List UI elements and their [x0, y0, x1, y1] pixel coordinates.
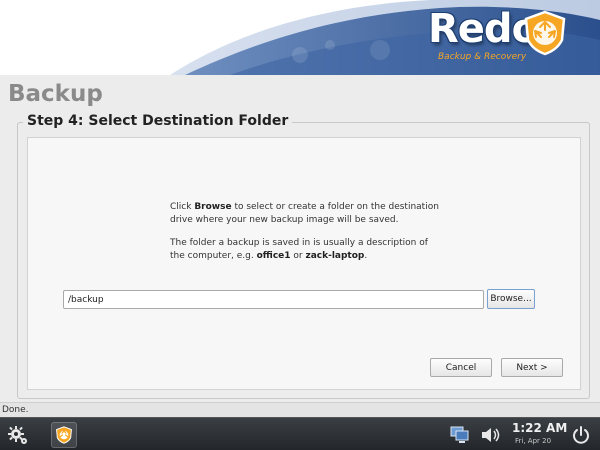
cancel-button[interactable]: Cancel	[430, 358, 492, 377]
instruction-paragraph-browse: Click Browse to select or create a folde…	[170, 202, 439, 225]
instructions-text: Click Browse to select or create a folde…	[170, 201, 440, 273]
clock-date[interactable]: Fri, Apr 20	[515, 437, 551, 445]
power-icon[interactable]	[571, 425, 591, 445]
recycle-badge-icon	[524, 10, 566, 56]
browse-button[interactable]: Browse...	[487, 289, 535, 309]
taskbar-redo-app[interactable]	[51, 422, 77, 448]
logo-subtitle: Backup & Recovery	[438, 52, 527, 62]
step-title: Step 4: Select Destination Folder	[23, 113, 293, 129]
gear-icon[interactable]	[8, 425, 28, 445]
network-icon[interactable]	[450, 426, 470, 444]
redo-logo: Redo Backup & Recovery	[428, 6, 578, 68]
redo-recycle-icon	[56, 426, 72, 444]
status-bar: Done.	[0, 402, 600, 417]
clock-time[interactable]: 1:22 AM	[512, 421, 567, 435]
header-banner: Redo Backup & Recovery	[0, 0, 600, 75]
page-title: Backup	[8, 81, 103, 107]
volume-icon[interactable]	[480, 426, 502, 444]
next-button[interactable]: Next >	[501, 358, 563, 377]
destination-path-input[interactable]	[63, 290, 484, 309]
taskbar: 1:22 AM Fri, Apr 20	[0, 417, 600, 450]
instruction-paragraph-naming: The folder a backup is saved in is usual…	[170, 238, 428, 261]
